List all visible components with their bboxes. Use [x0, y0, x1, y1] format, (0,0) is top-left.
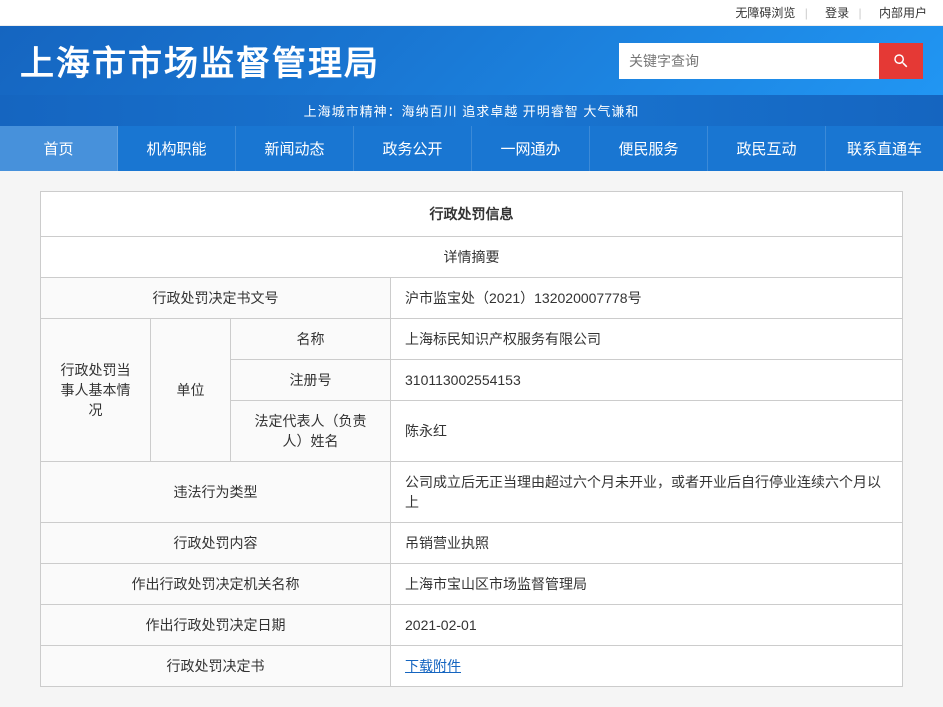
label-authority: 作出行政处罚决定机关名称 — [41, 564, 391, 605]
table-main-header: 行政处罚信息 — [41, 192, 903, 237]
table-row-case-number: 行政处罚决定书文号 沪市监宝处（2021）132020007778号 — [41, 278, 903, 319]
table-sub-header: 详情摘要 — [41, 237, 903, 278]
search-button[interactable] — [879, 43, 923, 79]
internal-link[interactable]: 内部用户 — [879, 6, 927, 20]
label-unit: 单位 — [151, 319, 231, 462]
table-row-authority: 作出行政处罚决定机关名称 上海市宝山区市场监督管理局 — [41, 564, 903, 605]
content-area: 行政处罚信息 详情摘要 行政处罚决定书文号 沪市监宝处（2021）1320200… — [0, 171, 943, 707]
table-row-penalty-content: 行政处罚内容 吊销营业执照 — [41, 523, 903, 564]
table-row-decision-doc: 行政处罚决定书 下载附件 — [41, 646, 903, 687]
login-link[interactable]: 登录 — [825, 6, 849, 20]
accessibility-link[interactable]: 无障碍浏览 — [735, 6, 795, 20]
search-input[interactable] — [619, 43, 879, 79]
value-reg-number: 310113002554153 — [391, 360, 903, 401]
label-reg-number: 注册号 — [231, 360, 391, 401]
label-party-info: 行政处罚当事人基本情况 — [41, 319, 151, 462]
nav-item-institution[interactable]: 机构职能 — [118, 126, 236, 171]
nav-item-contact[interactable]: 联系直通车 — [826, 126, 943, 171]
nav-item-home[interactable]: 首页 — [0, 126, 118, 171]
value-legal-rep: 陈永红 — [391, 401, 903, 462]
main-nav: 首页 机构职能 新闻动态 政务公开 一网通办 便民服务 政民互动 联系直通车 — [0, 126, 943, 171]
search-icon — [892, 52, 910, 70]
search-area — [619, 43, 923, 79]
label-date: 作出行政处罚决定日期 — [41, 605, 391, 646]
label-violation-type: 违法行为类型 — [41, 462, 391, 523]
separator1: | — [805, 6, 808, 20]
table-main-header-row: 行政处罚信息 — [41, 192, 903, 237]
value-case-number: 沪市监宝处（2021）132020007778号 — [391, 278, 903, 319]
separator2: | — [859, 6, 862, 20]
label-decision-doc: 行政处罚决定书 — [41, 646, 391, 687]
nav-item-interaction[interactable]: 政民互动 — [708, 126, 826, 171]
nav-item-affairs[interactable]: 政务公开 — [354, 126, 472, 171]
label-company-name: 名称 — [231, 319, 391, 360]
table-sub-header-row: 详情摘要 — [41, 237, 903, 278]
label-case-number: 行政处罚决定书文号 — [41, 278, 391, 319]
header: 上海市市场监督管理局 — [0, 26, 943, 95]
value-company-name: 上海标民知识产权服务有限公司 — [391, 319, 903, 360]
nav-item-online[interactable]: 一网通办 — [472, 126, 590, 171]
top-bar: 无障碍浏览 | 登录 | 内部用户 — [0, 0, 943, 26]
subtitle-bar: 上海城市精神：海纳百川 追求卓越 开明睿智 大气谦和 — [0, 95, 943, 126]
label-penalty-content: 行政处罚内容 — [41, 523, 391, 564]
value-decision-doc: 下载附件 — [391, 646, 903, 687]
site-title: 上海市市场监督管理局 — [20, 36, 380, 85]
download-attachment-link[interactable]: 下载附件 — [405, 658, 461, 674]
value-penalty-content: 吊销营业执照 — [391, 523, 903, 564]
nav-item-service[interactable]: 便民服务 — [590, 126, 708, 171]
label-legal-rep: 法定代表人（负责人）姓名 — [231, 401, 391, 462]
info-table: 行政处罚信息 详情摘要 行政处罚决定书文号 沪市监宝处（2021）1320200… — [40, 191, 903, 687]
value-date: 2021-02-01 — [391, 605, 903, 646]
value-violation-type: 公司成立后无正当理由超过六个月未开业，或者开业后自行停业连续六个月以上 — [391, 462, 903, 523]
value-authority: 上海市宝山区市场监督管理局 — [391, 564, 903, 605]
table-row-violation-type: 违法行为类型 公司成立后无正当理由超过六个月未开业，或者开业后自行停业连续六个月… — [41, 462, 903, 523]
subtitle-text: 上海城市精神：海纳百川 追求卓越 开明睿智 大气谦和 — [304, 104, 640, 119]
table-row-date: 作出行政处罚决定日期 2021-02-01 — [41, 605, 903, 646]
table-row-name: 行政处罚当事人基本情况 单位 名称 上海标民知识产权服务有限公司 — [41, 319, 903, 360]
nav-item-news[interactable]: 新闻动态 — [236, 126, 354, 171]
